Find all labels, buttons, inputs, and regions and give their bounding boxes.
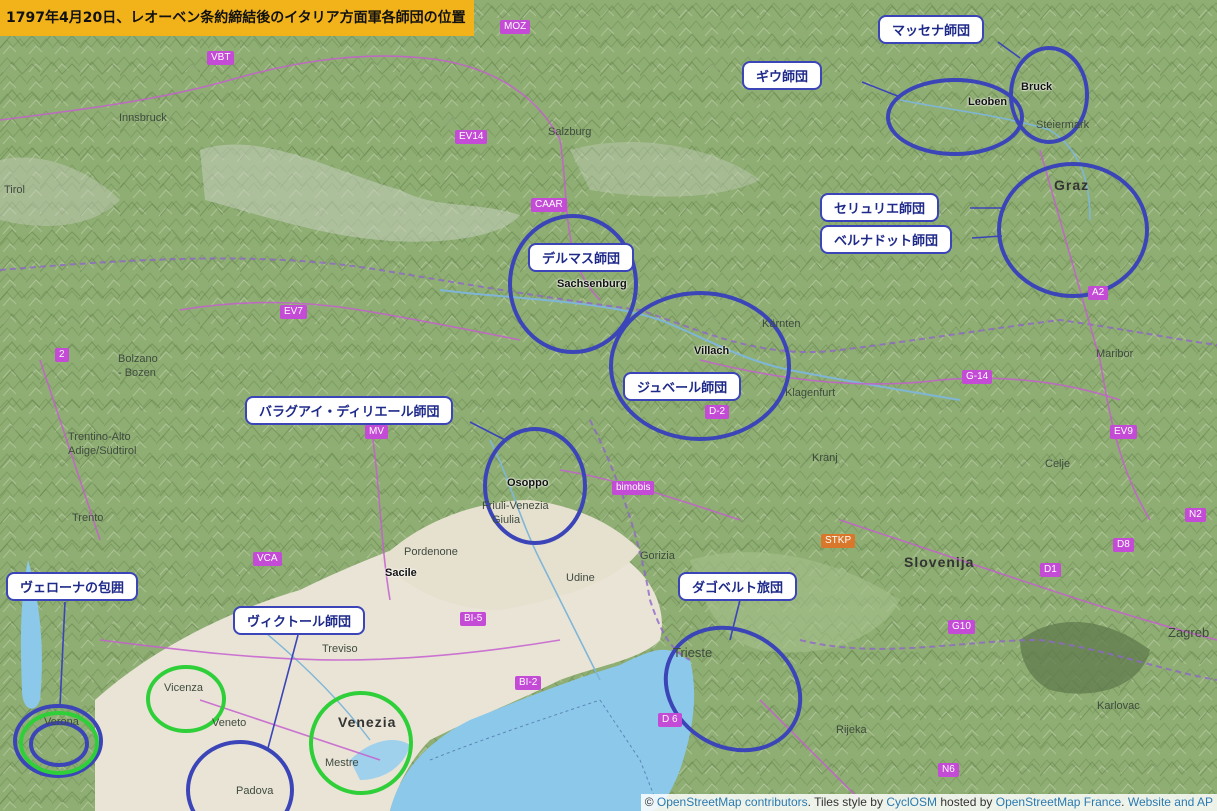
- attribution-sep: .: [1121, 795, 1125, 809]
- road-shield: EV14: [455, 130, 488, 144]
- place-villach: Villach: [694, 345, 730, 357]
- place-osoppo: Osoppo: [507, 477, 549, 489]
- road-shield: EV9: [1110, 425, 1137, 439]
- basemap-label: Rijeka: [836, 724, 867, 736]
- attribution-cyclosm-link[interactable]: CyclOSM: [886, 795, 937, 809]
- basemap-label: Salzburg: [548, 126, 592, 138]
- callout-baraguey: バラグアイ・ディリエール師団: [245, 396, 454, 425]
- basemap-label: Zagreb: [1168, 625, 1210, 640]
- basemap-label: Innsbruck: [119, 112, 167, 124]
- road-shield: N2: [1185, 508, 1206, 522]
- basemap-label: Pordenone: [404, 546, 458, 558]
- basemap-label: Venezia: [338, 714, 397, 730]
- basemap-label: Graz: [1054, 177, 1090, 193]
- road-shield: 2: [55, 348, 69, 362]
- attribution-osm-link[interactable]: OpenStreetMap contributors: [657, 795, 808, 809]
- basemap-label: Kranj: [812, 452, 838, 464]
- basemap-label: Gorizia: [640, 550, 675, 562]
- road-shield: bimobis: [612, 481, 655, 495]
- map-title: 1797年4月20日、レオーベン条約締結後のイタリア方面軍各師団の位置: [0, 0, 474, 36]
- basemap-label: Treviso: [322, 643, 358, 655]
- basemap-label: Maribor: [1096, 348, 1134, 360]
- basemap-label: Udine: [566, 572, 595, 584]
- basemap-label: Padova: [236, 785, 274, 797]
- basemap-label: Bolzano: [118, 353, 158, 365]
- basemap-label: Trentino-Alto: [68, 431, 131, 443]
- place-sachsenburg: Sachsenburg: [557, 278, 627, 290]
- road-shield: N6: [938, 763, 959, 777]
- road-shield: D 6: [658, 713, 682, 727]
- map-attribution: © OpenStreetMap contributors. Tiles styl…: [640, 794, 1217, 811]
- attribution-hosted-text: hosted by: [940, 795, 993, 809]
- basemap-label: Klagenfurt: [785, 387, 836, 399]
- basemap-label: Veneto: [212, 717, 247, 729]
- road-shield: MV: [365, 425, 388, 439]
- road-shield: D8: [1113, 538, 1134, 552]
- basemap-label: Adige/Südtirol: [68, 445, 137, 457]
- basemap-label: Friuli-Venezia: [482, 500, 549, 512]
- road-shield: STKP: [821, 534, 856, 548]
- road-shield: A2: [1088, 286, 1109, 300]
- road-shield: MOZ: [500, 20, 531, 34]
- callout-joubert: ジュベール師団: [623, 372, 742, 401]
- road-shield: VBT: [207, 51, 235, 65]
- basemap-label: Steiermark: [1036, 119, 1090, 131]
- callout-victor: ヴィクトール師団: [233, 606, 366, 635]
- basemap-label: Mestre: [325, 757, 359, 769]
- callout-dugoubert: ダゴベルト旅団: [678, 572, 798, 601]
- place-bruck: Bruck: [1021, 81, 1053, 93]
- basemap-label: Trento: [72, 512, 104, 524]
- road-shield: BI-5: [460, 612, 487, 626]
- attribution-tiles-text: . Tiles style by: [807, 795, 883, 809]
- callout-verona-siege: ヴェローナの包囲: [6, 572, 139, 601]
- place-sacile: Sacile: [385, 567, 417, 579]
- callout-massena: マッセナ師団: [878, 15, 985, 44]
- callout-bernadotte: ベルナドット師団: [820, 225, 953, 254]
- basemap-label: Tirol: [4, 184, 25, 196]
- basemap-label: Celje: [1045, 458, 1071, 470]
- attribution-website-link[interactable]: Website and AP: [1128, 795, 1213, 809]
- callout-guieu: ギウ師団: [742, 61, 823, 90]
- basemap-label: Karlovac: [1097, 700, 1140, 712]
- road-shield: D-2: [705, 405, 730, 419]
- road-shield: VCA: [253, 552, 282, 566]
- road-shield: BI-2: [515, 676, 542, 690]
- road-shield: D1: [1040, 563, 1061, 577]
- callout-serurier: セリュリエ師団: [820, 193, 940, 222]
- road-shield: EV7: [280, 305, 307, 319]
- road-shield: G-14: [962, 370, 993, 384]
- attribution-osmfr-link[interactable]: OpenStreetMap France: [996, 795, 1121, 809]
- basemap-label: Giulia: [492, 514, 521, 526]
- basemap-label: Trieste: [673, 645, 713, 660]
- road-shield: G10: [948, 620, 975, 634]
- place-leoben: Leoben: [968, 96, 1008, 108]
- callout-delmas: デルマス師団: [528, 243, 635, 272]
- basemap-label: Slovenija: [904, 554, 975, 570]
- road-shield: CAAR: [531, 198, 567, 212]
- basemap-label: Verona: [44, 716, 79, 728]
- attribution-prefix: ©: [644, 795, 654, 809]
- basemap-label: Vicenza: [164, 682, 203, 694]
- basemap-label: Kärnten: [762, 318, 801, 330]
- basemap-label: - Bozen: [118, 367, 156, 379]
